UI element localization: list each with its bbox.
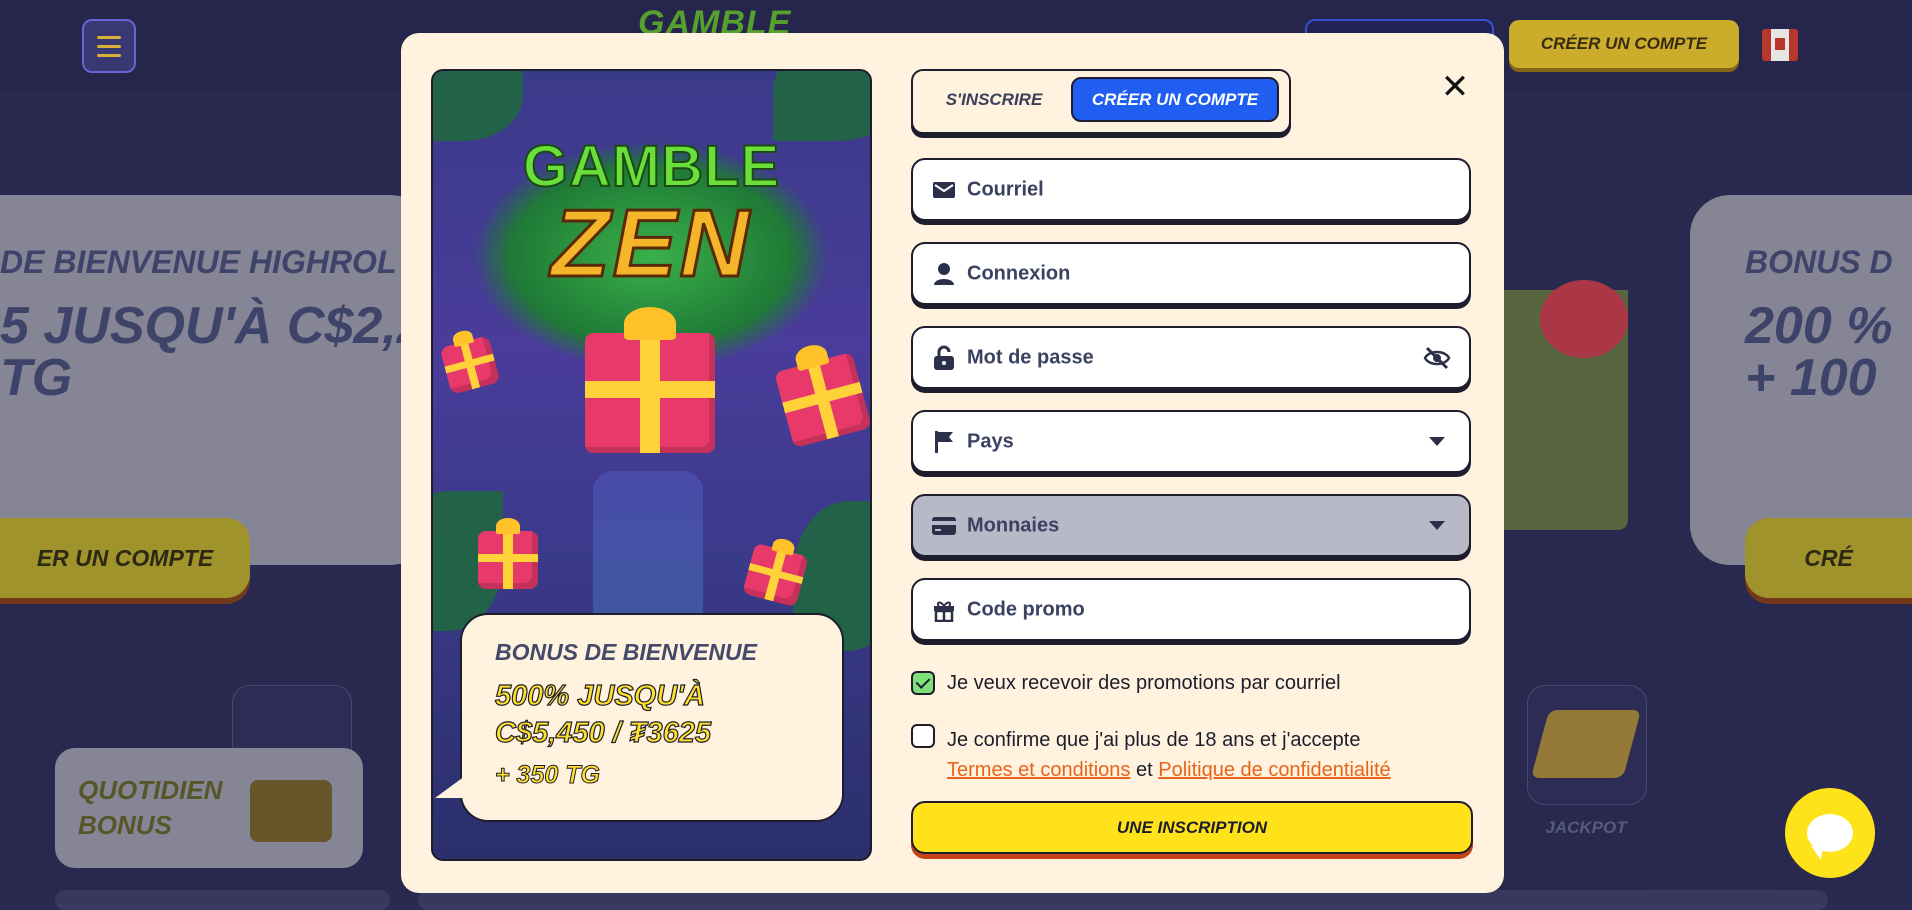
submit-registration-button[interactable]: UNE INSCRIPTION xyxy=(911,801,1473,854)
auth-tabs: S'INSCRIRE CRÉER UN COMPTE xyxy=(911,69,1291,134)
chat-button[interactable] xyxy=(1785,788,1875,878)
currency-select[interactable]: Monnaies xyxy=(911,494,1471,557)
close-icon[interactable]: ✕ xyxy=(1440,70,1470,104)
terms-checkbox[interactable] xyxy=(911,724,935,748)
user-icon xyxy=(931,261,957,287)
tab-login[interactable]: S'INSCRIRE xyxy=(919,77,1069,122)
email-field[interactable]: Courriel xyxy=(911,158,1471,221)
gift-icon xyxy=(774,341,870,449)
chevron-down-icon xyxy=(1423,428,1451,456)
chat-bubble-icon xyxy=(1807,814,1853,860)
card-icon xyxy=(931,513,957,539)
gift-icon xyxy=(931,597,957,623)
chevron-down-icon xyxy=(1423,512,1451,540)
login-placeholder: Connexion xyxy=(967,262,1071,284)
terms-checkbox-label: Je confirme que j'ai plus de 18 ans et j… xyxy=(947,729,1391,781)
promo-code-field[interactable]: Code promo xyxy=(911,578,1471,641)
lock-icon xyxy=(931,345,957,371)
country-placeholder: Pays xyxy=(967,430,1014,452)
terms-link[interactable]: Termes et conditions xyxy=(947,759,1130,781)
privacy-policy-link[interactable]: Politique de confidentialité xyxy=(1158,759,1390,781)
password-placeholder: Mot de passe xyxy=(967,346,1094,368)
welcome-bonus-panel: GAMBLE ZEN BONUS DE BIENVENUE 500% JUSQU… xyxy=(431,69,872,861)
password-field[interactable]: Mot de passe xyxy=(911,326,1471,389)
gift-icon xyxy=(585,306,715,453)
welcome-bonus-tg: + 350 TG xyxy=(495,761,601,790)
leaf-decoration xyxy=(433,71,523,141)
gamble-zen-logo-bottom: ZEN xyxy=(550,189,752,299)
country-select[interactable]: Pays xyxy=(911,410,1471,473)
welcome-bonus-title: BONUS DE BIENVENUE xyxy=(495,639,757,665)
currency-placeholder: Monnaies xyxy=(967,514,1060,536)
flag-icon xyxy=(931,429,957,455)
promotions-checkbox-label: Je veux recevoir des promotions par cour… xyxy=(947,672,1341,694)
eye-off-icon[interactable] xyxy=(1423,344,1451,372)
promo-code-placeholder: Code promo xyxy=(967,598,1085,620)
welcome-bonus-amount: 500% JUSQU'À C$5,450 / ₮3625 xyxy=(494,679,712,749)
email-placeholder: Courriel xyxy=(967,178,1044,200)
gift-icon xyxy=(439,329,501,395)
welcome-bonus-card-tail xyxy=(435,776,465,798)
envelope-icon xyxy=(931,177,957,203)
tab-create-account[interactable]: CRÉER UN COMPTE xyxy=(1071,77,1279,122)
promotions-checkbox[interactable] xyxy=(911,671,935,695)
gift-icon xyxy=(478,518,538,589)
leaf-decoration xyxy=(773,71,870,141)
login-field[interactable]: Connexion xyxy=(911,242,1471,305)
